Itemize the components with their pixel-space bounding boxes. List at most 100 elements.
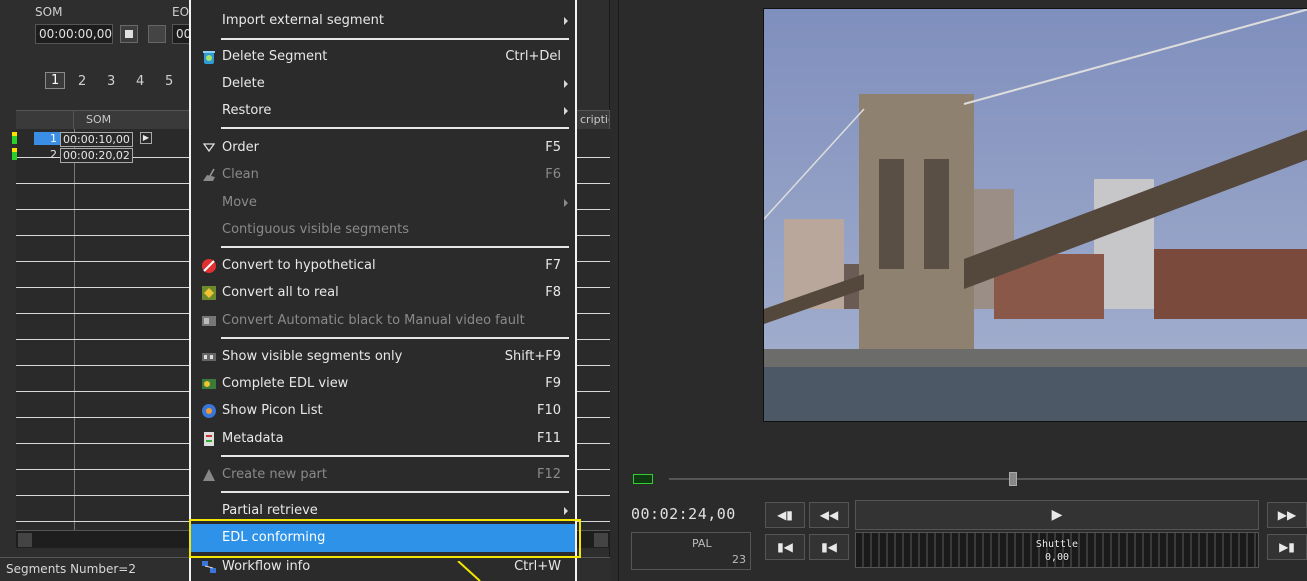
menu-item-delete-segment[interactable]: Delete Segment Ctrl+Del bbox=[191, 43, 575, 70]
page-2-tab[interactable]: 2 bbox=[78, 74, 86, 89]
menu-item-import-external-segment[interactable]: Import external segment bbox=[191, 7, 575, 34]
menu-item-edl-conforming[interactable]: EDL conforming bbox=[191, 524, 575, 552]
segment-index: 1 bbox=[34, 132, 60, 145]
rewind-button[interactable]: ◀◀ bbox=[809, 502, 849, 528]
menu-item-shortcut: F7 bbox=[545, 258, 561, 273]
set-som-button[interactable] bbox=[120, 25, 138, 43]
som-column-label: SOM bbox=[86, 113, 112, 126]
menu-separator bbox=[221, 127, 569, 129]
shuttle-value: 0,00 bbox=[1044, 552, 1070, 563]
description-column-header[interactable]: criptic bbox=[576, 111, 610, 129]
menu-separator bbox=[221, 455, 569, 457]
clapper-icon[interactable] bbox=[148, 25, 166, 43]
timeline-handle[interactable] bbox=[1009, 472, 1017, 486]
menu-item-label: Delete Segment bbox=[222, 49, 328, 64]
menu-item-label: Convert all to real bbox=[222, 285, 339, 300]
menu-item-shortcut: F12 bbox=[536, 467, 561, 482]
menu-item-shortcut: F8 bbox=[545, 285, 561, 300]
segment-som[interactable]: 00:00:10,00 bbox=[60, 132, 133, 147]
fast-forward-button[interactable]: ▶▶ bbox=[1267, 502, 1307, 528]
menu-item-partial-retrieve[interactable]: Partial retrieve bbox=[191, 497, 575, 524]
menu-item-convert-to-hypothetical[interactable]: Convert to hypothetical F7 bbox=[191, 252, 575, 279]
menu-item-restore[interactable]: Restore bbox=[191, 97, 575, 124]
video-format: PAL bbox=[692, 537, 712, 550]
submenu-arrow-icon bbox=[564, 80, 568, 88]
menu-item-shortcut: Shift+F9 bbox=[504, 349, 561, 364]
format-sub-value: 23 bbox=[732, 553, 746, 566]
menu-item-label: Convert to hypothetical bbox=[222, 258, 376, 273]
segment-status-flag bbox=[12, 148, 17, 160]
menu-separator bbox=[221, 246, 569, 248]
timeline-slider[interactable] bbox=[669, 472, 1307, 486]
submenu-arrow-icon bbox=[564, 107, 568, 115]
metadata-icon bbox=[201, 431, 217, 447]
som-column-header[interactable]: SOM bbox=[74, 111, 194, 129]
picon-icon bbox=[201, 403, 217, 419]
menu-item-label: Metadata bbox=[222, 431, 284, 446]
menu-item-label: Contiguous visible segments bbox=[222, 222, 410, 237]
no-entry-icon bbox=[201, 258, 217, 274]
column-divider bbox=[74, 129, 75, 531]
segment-status-flag bbox=[12, 132, 17, 144]
step-back-button[interactable]: ▮◀ bbox=[809, 534, 849, 560]
menu-item-move[interactable]: Move bbox=[191, 189, 575, 216]
menu-item-label: Workflow info bbox=[222, 559, 311, 574]
eom-header-label: EO bbox=[172, 5, 190, 19]
table-row[interactable]: 1 00:00:10,00 ▶ bbox=[12, 132, 196, 147]
menu-item-show-picon-list[interactable]: Show Picon List F10 bbox=[191, 397, 575, 424]
menu-separator bbox=[221, 337, 569, 339]
menu-item-convert-all-to-real[interactable]: Convert all to real F8 bbox=[191, 279, 575, 306]
menu-separator bbox=[221, 491, 569, 493]
play-segment-icon[interactable]: ▶ bbox=[140, 132, 152, 144]
menu-item-shortcut: Ctrl+W bbox=[514, 559, 561, 574]
flag-column-header[interactable] bbox=[16, 111, 74, 129]
segments-count: Segments Number=2 bbox=[6, 562, 136, 576]
segment-som[interactable]: 00:00:20,02 bbox=[60, 148, 133, 163]
timeline-track bbox=[669, 478, 1307, 480]
table-row[interactable]: 2 00:00:20,02 bbox=[12, 148, 196, 163]
edl-view-icon bbox=[201, 376, 217, 392]
go-to-start-button[interactable]: ▮◀ bbox=[765, 534, 805, 560]
new-part-icon bbox=[201, 467, 217, 483]
previous-frame-button[interactable]: ◀▮ bbox=[765, 502, 805, 528]
menu-item-label: EDL conforming bbox=[222, 530, 326, 545]
som-timecode-field[interactable]: 00:00:00,00 bbox=[35, 24, 113, 44]
menu-item-label: Order bbox=[222, 140, 259, 155]
menu-item-label: Partial retrieve bbox=[222, 503, 318, 518]
page-1-tab[interactable]: 1 bbox=[45, 72, 66, 89]
signal-indicator bbox=[633, 474, 653, 484]
menu-item-label: Delete bbox=[222, 76, 265, 91]
scroll-left-arrow[interactable] bbox=[18, 533, 32, 547]
shuttle-control[interactable]: Shuttle 0,00 bbox=[855, 532, 1259, 568]
submenu-arrow-icon bbox=[564, 199, 568, 207]
video-frame bbox=[764, 9, 1307, 421]
menu-item-order[interactable]: Order F5 bbox=[191, 134, 575, 161]
scroll-right-arrow[interactable] bbox=[594, 533, 608, 547]
menu-item-complete-edl-view[interactable]: Complete EDL view F9 bbox=[191, 370, 575, 397]
page-5-tab[interactable]: 5 bbox=[165, 74, 173, 89]
play-button[interactable]: ▶ bbox=[855, 500, 1259, 530]
menu-item-contiguous-visible-segments[interactable]: Contiguous visible segments bbox=[191, 216, 575, 243]
page-3-tab[interactable]: 3 bbox=[107, 74, 115, 89]
go-to-end-button[interactable]: ▶▮ bbox=[1267, 534, 1307, 560]
video-fault-icon bbox=[201, 313, 217, 329]
page-4-tab[interactable]: 4 bbox=[136, 74, 144, 89]
funnel-icon bbox=[201, 140, 217, 156]
submenu-arrow-icon bbox=[564, 17, 568, 25]
menu-item-shortcut: F9 bbox=[545, 376, 561, 391]
menu-item-shortcut: F6 bbox=[545, 167, 561, 182]
context-menu: Import external segment Delete Segment C… bbox=[189, 0, 577, 581]
menu-item-label: Convert Automatic black to Manual video … bbox=[222, 313, 525, 328]
menu-item-convert-automatic-black[interactable]: Convert Automatic black to Manual video … bbox=[191, 307, 575, 334]
menu-item-delete[interactable]: Delete bbox=[191, 70, 575, 97]
menu-item-label: Clean bbox=[222, 167, 259, 182]
recycle-bin-icon bbox=[201, 49, 217, 65]
menu-item-workflow-info[interactable]: Workflow info Ctrl+W bbox=[191, 553, 575, 580]
som-header-label: SOM bbox=[35, 5, 63, 19]
menu-separator bbox=[221, 38, 569, 40]
menu-item-shortcut: F10 bbox=[536, 403, 561, 418]
menu-item-show-visible-segments-only[interactable]: Show visible segments only Shift+F9 bbox=[191, 343, 575, 370]
menu-item-metadata[interactable]: Metadata F11 bbox=[191, 425, 575, 452]
menu-item-clean[interactable]: Clean F6 bbox=[191, 161, 575, 188]
menu-item-create-new-part[interactable]: Create new part F12 bbox=[191, 461, 575, 488]
